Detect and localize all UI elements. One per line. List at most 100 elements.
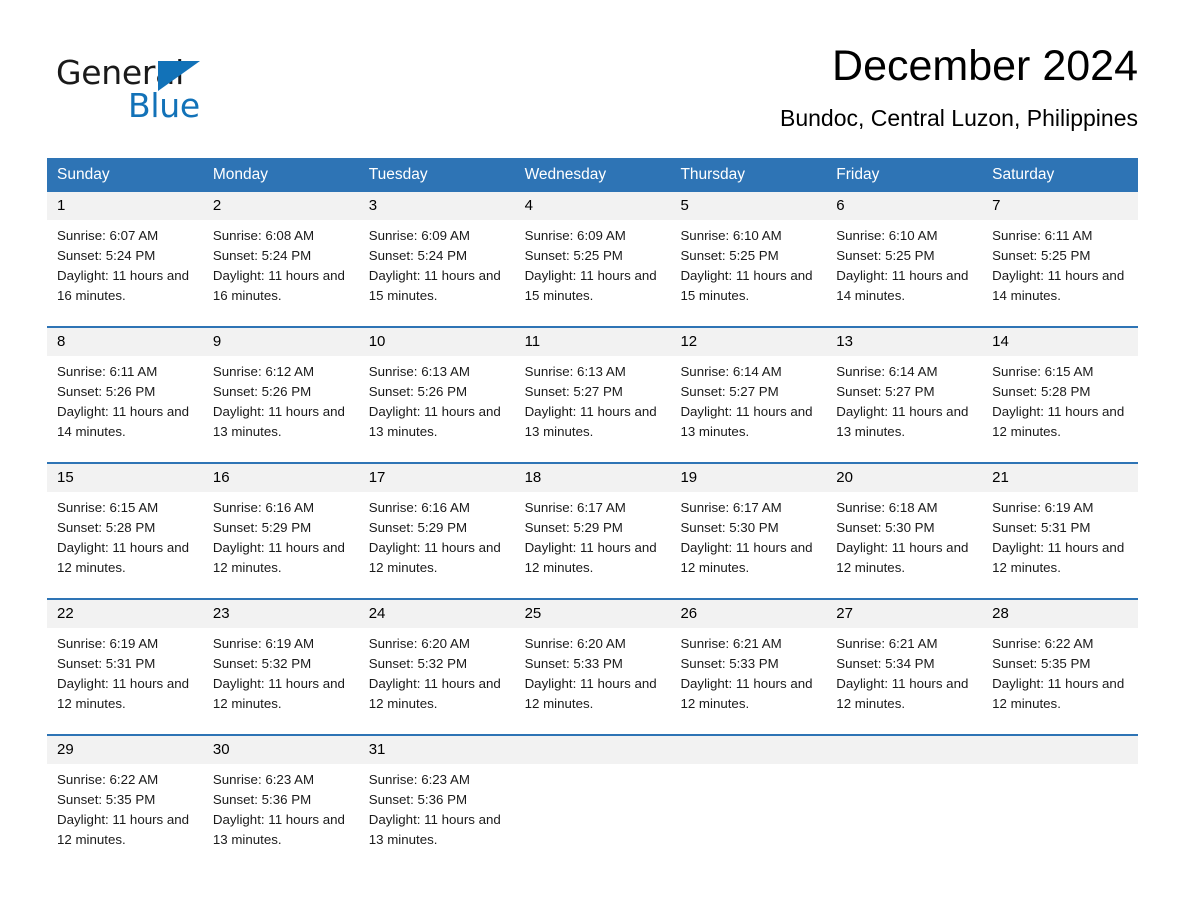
day-details: Sunrise: 6:14 AM Sunset: 5:27 PM Daylight:…: [670, 356, 826, 442]
calendar-day-cell[interactable]: 28 Sunrise: 6:22 AM Sunset: 5:35 PM Dayligh…: [982, 598, 1139, 735]
daylight-text: Daylight: 11 hours and 13 minutes.: [680, 404, 813, 440]
calendar-week-row: 22 Sunrise: 6:19 AM Sunset: 5:31 PM Dayligh…: [47, 598, 1139, 735]
calendar-day-cell[interactable]: 31 Sunrise: 6:23 AM Sunset: 5:36 PM Dayligh…: [358, 734, 515, 854]
calendar-day-cell[interactable]: 4 Sunrise: 6:09 AM Sunset: 5:25 PM Daylight…: [514, 192, 671, 327]
sunset-text: Sunset: 5:35 PM: [57, 792, 156, 808]
sunset-text: Sunset: 5:27 PM: [524, 384, 623, 400]
day-details: Sunrise: 6:13 AM Sunset: 5:26 PM Daylight:…: [359, 356, 515, 442]
daylight-text: Daylight: 11 hours and 12 minutes.: [212, 676, 345, 712]
calendar-day-cell[interactable]: 9 Sunrise: 6:12 AM Sunset: 5:26 PM Daylight…: [202, 326, 359, 463]
calendar-day-cell[interactable]: 5 Sunrise: 6:10 AM Sunset: 5:25 PM Daylight…: [670, 192, 827, 327]
day-number: 3: [358, 192, 515, 220]
calendar-day-cell[interactable]: 16 Sunrise: 6:16 AM Sunset: 5:29 PM Dayligh…: [202, 462, 359, 599]
day-details: Sunrise: 6:16 AM Sunset: 5:29 PM Daylight:…: [203, 492, 359, 578]
day-number: 10: [358, 328, 515, 356]
sunrise-text: Sunrise: 6:19 AM: [992, 500, 1094, 515]
sunset-text: Sunset: 5:25 PM: [524, 248, 623, 264]
day-number: 14: [982, 328, 1139, 356]
calendar-day-cell[interactable]: 25 Sunrise: 6:20 AM Sunset: 5:33 PM Dayligh…: [514, 598, 671, 735]
day-number: 24: [358, 600, 515, 628]
sunset-text: Sunset: 5:31 PM: [57, 656, 156, 672]
weekday-header-sunday: Sunday: [47, 158, 203, 192]
sunset-text: Sunset: 5:28 PM: [57, 520, 156, 536]
calendar-day-cell[interactable]: 18 Sunrise: 6:17 AM Sunset: 5:29 PM Dayligh…: [514, 462, 671, 599]
calendar-day-cell-empty: [514, 734, 671, 854]
sunrise-text: Sunrise: 6:19 AM: [212, 636, 315, 651]
sunset-text: Sunset: 5:34 PM: [836, 656, 935, 672]
calendar-day-cell[interactable]: 1 Sunrise: 6:07 AM Sunset: 5:24 PM Daylight…: [47, 192, 203, 327]
calendar-day-cell[interactable]: 17 Sunrise: 6:16 AM Sunset: 5:29 PM Dayligh…: [358, 462, 515, 599]
sunset-text: Sunset: 5:28 PM: [992, 384, 1091, 400]
calendar-day-cell[interactable]: 21 Sunrise: 6:19 AM Sunset: 5:31 PM Dayligh…: [982, 462, 1139, 599]
daylight-text: Daylight: 11 hours and 12 minutes.: [992, 676, 1125, 712]
calendar-day-cell[interactable]: 24 Sunrise: 6:20 AM Sunset: 5:32 PM Dayligh…: [358, 598, 515, 735]
calendar-day-cell[interactable]: 15 Sunrise: 6:15 AM Sunset: 5:28 PM Dayligh…: [47, 462, 203, 599]
calendar-day-cell[interactable]: 19 Sunrise: 6:17 AM Sunset: 5:30 PM Dayligh…: [670, 462, 827, 599]
calendar-day-cell[interactable]: 23 Sunrise: 6:19 AM Sunset: 5:32 PM Dayligh…: [202, 598, 359, 735]
day-number: [670, 736, 827, 764]
day-details: Sunrise: 6:17 AM Sunset: 5:30 PM Daylight:…: [670, 492, 826, 578]
daylight-text: Daylight: 11 hours and 12 minutes.: [992, 404, 1125, 440]
sunrise-sunset-calendar-table: Sunday Monday Tuesday Wednesday Thursday…: [47, 158, 1139, 854]
calendar-day-cell[interactable]: 20 Sunrise: 6:18 AM Sunset: 5:30 PM Dayligh…: [826, 462, 983, 599]
page-subtitle: Bundoc, Central Luzon, Philippines: [779, 105, 1138, 131]
calendar-day-cell-empty: [826, 734, 983, 854]
sunrise-text: Sunrise: 6:14 AM: [836, 364, 938, 379]
sunrise-text: Sunrise: 6:22 AM: [992, 636, 1094, 651]
calendar-day-cell[interactable]: 10 Sunrise: 6:13 AM Sunset: 5:26 PM Dayligh…: [358, 326, 515, 463]
sunrise-text: Sunrise: 6:07 AM: [57, 228, 159, 243]
title-block: December 2024 Bundoc, Central Luzon, Phi…: [780, 40, 1138, 133]
day-details: Sunrise: 6:12 AM Sunset: 5:26 PM Daylight:…: [203, 356, 359, 442]
day-number: 23: [202, 600, 359, 628]
calendar-day-cell[interactable]: 2 Sunrise: 6:08 AM Sunset: 5:24 PM Daylight…: [202, 192, 359, 327]
sunset-text: Sunset: 5:27 PM: [680, 384, 779, 400]
sunrise-text: Sunrise: 6:17 AM: [524, 500, 626, 515]
calendar-day-cell[interactable]: 7 Sunrise: 6:11 AM Sunset: 5:25 PM Daylight…: [982, 192, 1139, 327]
day-details: Sunrise: 6:21 AM Sunset: 5:33 PM Daylight:…: [670, 628, 826, 714]
sunrise-text: Sunrise: 6:13 AM: [368, 364, 470, 379]
day-number: 1: [47, 192, 203, 220]
calendar-day-cell[interactable]: 8 Sunrise: 6:11 AM Sunset: 5:26 PM Daylight…: [47, 326, 203, 463]
calendar-day-cell[interactable]: 27 Sunrise: 6:21 AM Sunset: 5:34 PM Dayligh…: [826, 598, 983, 735]
day-details: Sunrise: 6:13 AM Sunset: 5:27 PM Daylight:…: [515, 356, 671, 442]
day-number: 15: [47, 464, 203, 492]
calendar-page: General Blue December 2024 Bundoc, Centr…: [0, 0, 1188, 918]
calendar-day-cell[interactable]: 22 Sunrise: 6:19 AM Sunset: 5:31 PM Dayligh…: [47, 598, 203, 735]
calendar-day-cell[interactable]: 30 Sunrise: 6:23 AM Sunset: 5:36 PM Dayligh…: [202, 734, 359, 854]
calendar-day-cell[interactable]: 13 Sunrise: 6:14 AM Sunset: 5:27 PM Dayligh…: [826, 326, 983, 463]
day-details: [670, 764, 826, 770]
daylight-text: Daylight: 11 hours and 12 minutes.: [212, 540, 345, 576]
weekday-header-friday: Friday: [826, 158, 983, 192]
sunrise-text: Sunrise: 6:23 AM: [212, 772, 315, 787]
sunrise-text: Sunrise: 6:21 AM: [680, 636, 782, 651]
calendar-day-cell[interactable]: 12 Sunrise: 6:14 AM Sunset: 5:27 PM Dayligh…: [670, 326, 827, 463]
sunrise-text: Sunrise: 6:09 AM: [524, 228, 626, 243]
calendar-day-cell[interactable]: 11 Sunrise: 6:13 AM Sunset: 5:27 PM Dayligh…: [514, 326, 671, 463]
sunrise-text: Sunrise: 6:19 AM: [57, 636, 159, 651]
daylight-text: Daylight: 11 hours and 13 minutes.: [212, 404, 345, 440]
sunrise-text: Sunrise: 6:08 AM: [212, 228, 315, 243]
daylight-text: Daylight: 11 hours and 13 minutes.: [524, 404, 657, 440]
day-details: Sunrise: 6:21 AM Sunset: 5:34 PM Daylight:…: [826, 628, 982, 714]
calendar-day-cell[interactable]: 26 Sunrise: 6:21 AM Sunset: 5:33 PM Dayligh…: [670, 598, 827, 735]
daylight-text: Daylight: 11 hours and 16 minutes.: [212, 268, 345, 304]
day-details: Sunrise: 6:19 AM Sunset: 5:31 PM Daylight:…: [47, 628, 203, 714]
calendar-day-cell[interactable]: 3 Sunrise: 6:09 AM Sunset: 5:24 PM Daylight…: [358, 192, 515, 327]
calendar-day-cell[interactable]: 14 Sunrise: 6:15 AM Sunset: 5:28 PM Dayligh…: [982, 326, 1139, 463]
daylight-text: Daylight: 11 hours and 13 minutes.: [368, 812, 501, 848]
daylight-text: Daylight: 11 hours and 12 minutes.: [57, 540, 190, 576]
weekday-header-tuesday: Tuesday: [358, 158, 515, 192]
calendar-day-cell[interactable]: 6 Sunrise: 6:10 AM Sunset: 5:25 PM Daylight…: [826, 192, 983, 327]
day-number: 17: [358, 464, 515, 492]
sunset-text: Sunset: 5:27 PM: [836, 384, 935, 400]
sunset-text: Sunset: 5:26 PM: [212, 384, 312, 400]
sunrise-text: Sunrise: 6:14 AM: [680, 364, 782, 379]
day-details: Sunrise: 6:20 AM Sunset: 5:32 PM Daylight:…: [359, 628, 515, 714]
day-details: Sunrise: 6:16 AM Sunset: 5:29 PM Daylight:…: [359, 492, 515, 578]
calendar-day-cell[interactable]: 29 Sunrise: 6:22 AM Sunset: 5:35 PM Dayligh…: [47, 734, 203, 854]
daylight-text: Daylight: 11 hours and 14 minutes.: [992, 268, 1125, 304]
page-header: General Blue December 2024 Bundoc, Centr…: [47, 40, 1138, 140]
daylight-text: Daylight: 11 hours and 13 minutes.: [212, 812, 345, 848]
day-details: Sunrise: 6:11 AM Sunset: 5:25 PM Daylight:…: [982, 220, 1138, 306]
sunset-text: Sunset: 5:36 PM: [212, 792, 312, 808]
